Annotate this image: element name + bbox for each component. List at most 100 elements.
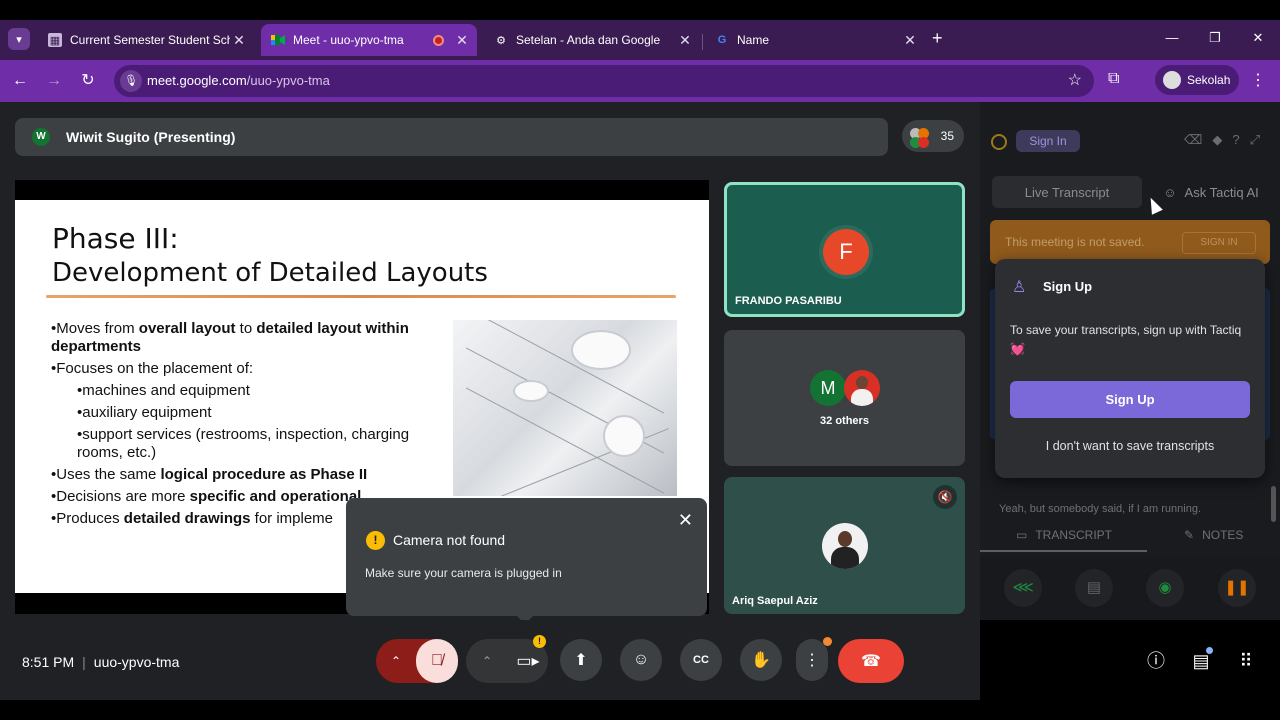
screen: ▾ ▦ Current Semester Student Sche ✕ Meet… bbox=[0, 0, 1280, 720]
tab-divider bbox=[702, 34, 703, 50]
screenshot-icon[interactable]: ◉ bbox=[1146, 569, 1184, 607]
meet-controls-bar: 8:51 PM | uuo-ypvo-tma ⌃ 🎙̸ ⌃ ▭▸ ! ⬆ ☺ CC … bbox=[0, 620, 1253, 700]
slide-bullet: •Focuses on the placement of: bbox=[51, 360, 254, 377]
sign-in-button[interactable]: Sign In bbox=[1016, 130, 1080, 152]
transcript-icon: ▭ bbox=[1016, 528, 1028, 542]
mic-off-button[interactable]: 🎙̸ bbox=[416, 639, 458, 683]
divider: | bbox=[82, 654, 86, 670]
chat-icon[interactable]: ▤ bbox=[1187, 647, 1215, 675]
participant-tile-aziz[interactable]: 🔇 Ariq Saepul Aziz bbox=[724, 477, 965, 614]
reload-button[interactable]: ↻ bbox=[76, 69, 100, 93]
others-count-label: 32 others bbox=[820, 415, 869, 427]
share-icon[interactable]: ⋘ bbox=[1004, 569, 1042, 607]
notification-dot-icon bbox=[1206, 647, 1213, 654]
calendar-icon: ▦ bbox=[48, 33, 62, 47]
restore-button[interactable]: ❐ bbox=[1195, 30, 1235, 46]
activities-icon[interactable]: ⠿ bbox=[1232, 647, 1260, 675]
close-icon[interactable]: ✕ bbox=[901, 32, 919, 49]
slide-bullet: •Uses the same logical procedure as Phas… bbox=[51, 466, 368, 483]
transcript-notes-tabs: ▭ TRANSCRIPT ✎ NOTES bbox=[980, 522, 1280, 552]
chevron-up-icon[interactable]: ⌃ bbox=[466, 654, 508, 668]
meeting-info: 8:51 PM | uuo-ypvo-tma bbox=[22, 654, 179, 670]
participant-count: 35 bbox=[940, 129, 954, 143]
new-tab-button[interactable]: + bbox=[932, 28, 943, 49]
tab-meet[interactable]: Meet - uuo-ypvo-tma ✕ bbox=[261, 24, 477, 56]
presenter-name: Wiwit Sugito (Presenting) bbox=[66, 129, 236, 145]
chevron-up-icon[interactable]: ⌃ bbox=[376, 654, 416, 668]
active-tab-indicator bbox=[980, 550, 1147, 552]
close-icon[interactable]: ✕ bbox=[676, 32, 694, 49]
tab-search-button[interactable]: ▾ bbox=[8, 28, 30, 50]
tab-settings[interactable]: ⚙ Setelan - Anda dan Google ✕ bbox=[484, 24, 700, 56]
slide-subtitle: Development of Detailed Layouts bbox=[52, 258, 488, 288]
tab-transcript[interactable]: ▭ TRANSCRIPT bbox=[1016, 528, 1112, 542]
close-icon[interactable]: ✕ bbox=[230, 32, 248, 49]
present-screen-button[interactable]: ⬆ bbox=[560, 639, 602, 681]
extensions-icon[interactable]: ⧉ bbox=[1108, 70, 1119, 88]
minimize-button[interactable]: — bbox=[1152, 30, 1192, 45]
camera-control-group: ⌃ ▭▸ ! bbox=[466, 635, 548, 683]
header-tools-icon[interactable]: ⌫◆?⤢ bbox=[1184, 132, 1270, 148]
avatar bbox=[1163, 71, 1181, 89]
toast-title: Camera not found bbox=[393, 532, 506, 548]
meet-stage: W Wiwit Sugito (Presenting) 35 Phase III… bbox=[0, 102, 980, 700]
avatar bbox=[822, 523, 868, 569]
tab-name[interactable]: G Name ✕ bbox=[705, 24, 925, 56]
profile-button[interactable]: Sekolah bbox=[1155, 65, 1239, 95]
forward-button[interactable]: → bbox=[42, 69, 66, 93]
participants-button[interactable]: 35 bbox=[902, 120, 964, 152]
tab-live-transcript[interactable]: Live Transcript bbox=[992, 176, 1142, 208]
mic-permission-icon[interactable]: 🎙 bbox=[120, 70, 142, 92]
warning-badge-icon: ! bbox=[533, 635, 546, 648]
camera-button[interactable]: ▭▸ ! bbox=[508, 635, 548, 683]
sign-up-button[interactable]: Sign Up bbox=[1010, 381, 1250, 418]
participant-tile-frando[interactable]: F FRANDO PASARIBU bbox=[724, 182, 965, 317]
bookmark-star-icon[interactable]: ☆ bbox=[1068, 70, 1082, 90]
leave-call-button[interactable]: ☎ bbox=[838, 639, 904, 683]
slide-bullet: •Moves from overall layout to detailed l… bbox=[51, 320, 409, 355]
warning-icon: ! bbox=[366, 531, 385, 550]
participant-tile-others[interactable]: M 32 others bbox=[724, 330, 965, 466]
tactiq-header: Sign In ⌫◆?⤢ bbox=[980, 102, 1280, 160]
tab-ask-ai[interactable]: ☺ Ask Tactiq AI bbox=[1152, 176, 1270, 208]
participants-avatars-icon bbox=[908, 126, 930, 148]
browser-menu-icon[interactable]: ⋮ bbox=[1250, 70, 1266, 90]
address-bar[interactable]: 🎙 meet.google.com/uuo-ypvo-tma ☆ bbox=[114, 65, 1094, 97]
slide-divider bbox=[46, 295, 676, 298]
document-icon[interactable]: ▤ bbox=[1075, 569, 1113, 607]
notice-sign-in-button[interactable]: SIGN IN bbox=[1182, 232, 1256, 254]
warning-icon bbox=[991, 134, 1007, 150]
transcript-line: Yeah, but somebody said, if I am running… bbox=[999, 503, 1201, 515]
toast-message: Make sure your camera is plugged in bbox=[365, 566, 562, 580]
tab-student-schedule[interactable]: ▦ Current Semester Student Sche ✕ bbox=[38, 24, 254, 56]
raise-hand-button[interactable]: ✋ bbox=[740, 639, 782, 681]
back-button[interactable]: ← bbox=[8, 69, 32, 93]
slide-bullet: •support services (restrooms, inspection… bbox=[77, 426, 410, 461]
participant-name: Ariq Saepul Aziz bbox=[732, 595, 818, 607]
meeting-details-icon[interactable]: ⓘ bbox=[1142, 647, 1170, 675]
pause-icon[interactable]: ❚❚ bbox=[1218, 569, 1256, 607]
notification-dot-icon bbox=[823, 637, 832, 646]
more-options-button[interactable]: ⋮ bbox=[796, 637, 832, 681]
close-icon[interactable]: ✕ bbox=[453, 32, 471, 49]
avatar-photo bbox=[844, 370, 880, 406]
camera-not-found-toast: ! Camera not found Make sure your camera… bbox=[346, 498, 707, 624]
mic-off-icon: 🔇 bbox=[933, 485, 957, 509]
close-window-button[interactable]: ✕ bbox=[1238, 30, 1278, 46]
browser-tab-strip: ▾ ▦ Current Semester Student Sche ✕ Meet… bbox=[0, 20, 1280, 60]
emoji-reaction-button[interactable]: ☺ bbox=[620, 639, 662, 681]
gear-icon: ⚙ bbox=[496, 34, 506, 47]
url-text: meet.google.com/uuo-ypvo-tma bbox=[147, 73, 330, 88]
presenter-bar: W Wiwit Sugito (Presenting) bbox=[15, 118, 888, 156]
close-icon[interactable]: ✕ bbox=[678, 510, 693, 531]
scrollbar[interactable] bbox=[1271, 486, 1276, 522]
decline-save-link[interactable]: I don't want to save transcripts bbox=[1010, 439, 1250, 453]
google-icon: G bbox=[717, 34, 727, 46]
meet-icon bbox=[271, 33, 285, 47]
tab-notes[interactable]: ✎ NOTES bbox=[1184, 528, 1243, 542]
recording-indicator-icon bbox=[431, 33, 445, 47]
ai-smile-icon: ☺ bbox=[1163, 184, 1177, 200]
dialog-message: To save your transcripts, sign up with T… bbox=[1010, 323, 1242, 356]
captions-button[interactable]: CC bbox=[680, 639, 722, 681]
avatar: M bbox=[810, 370, 846, 406]
